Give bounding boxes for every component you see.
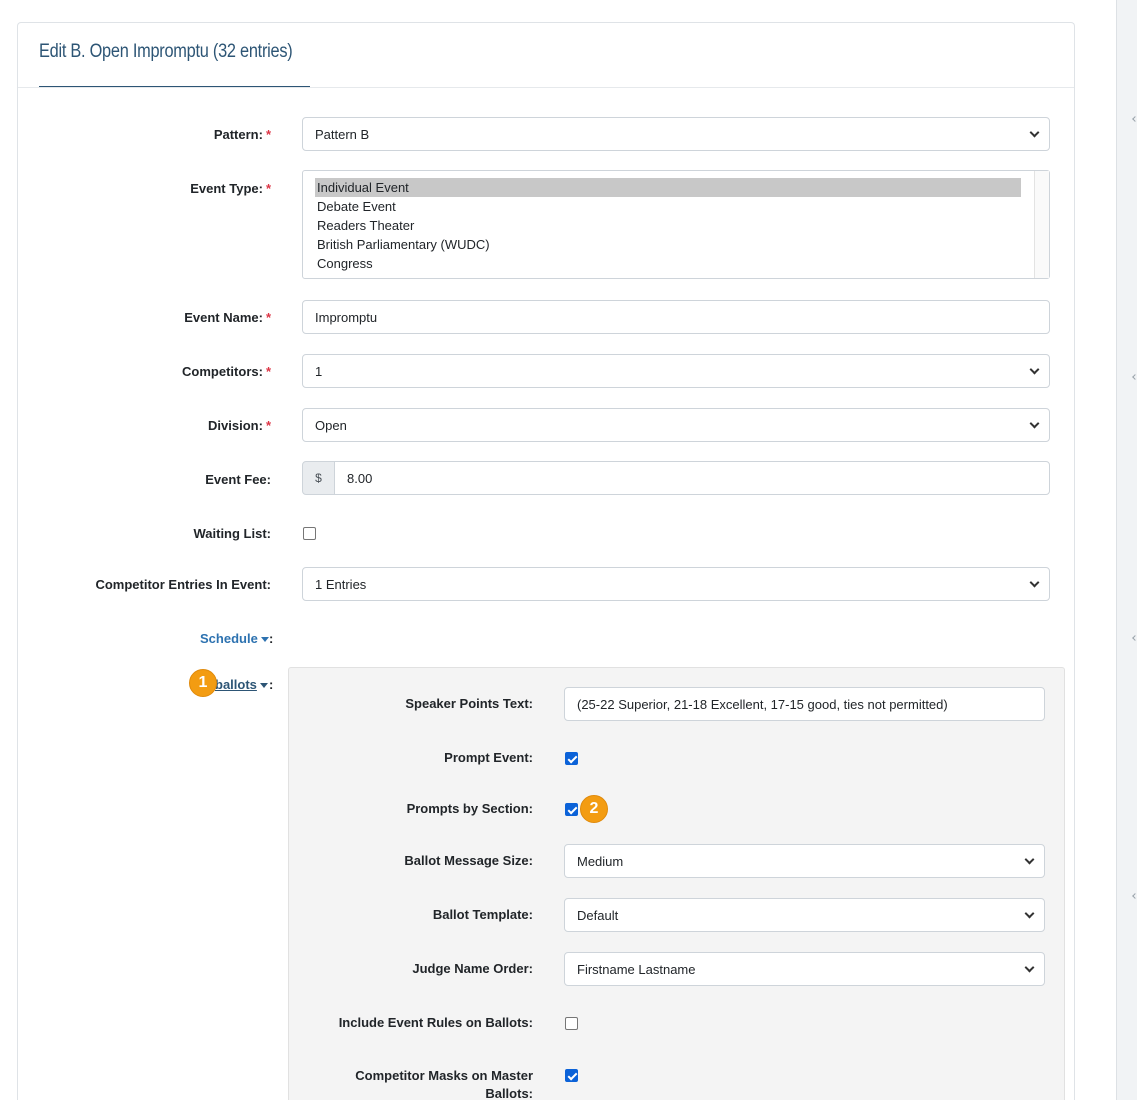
- chevron-left-icon: [1132, 635, 1137, 641]
- judge-name-order-label: Judge Name Order:: [412, 961, 533, 976]
- ballots-panel: Speaker Points Text: (25-22 Superior, 21…: [288, 667, 1065, 1100]
- event-type-option[interactable]: Readers Theater: [315, 216, 1021, 235]
- competitor-masks-label: Competitor Masks on Master Ballots:: [355, 1067, 533, 1100]
- speaker-points-input[interactable]: (25-22 Superior, 21-18 Excellent, 17-15 …: [564, 687, 1045, 721]
- ballot-message-size-value: Medium: [577, 853, 624, 869]
- event-fee-label: Event Fee:: [205, 472, 271, 487]
- chevron-down-icon: [1024, 962, 1035, 973]
- prompts-by-section-label: Prompts by Section:: [406, 801, 533, 816]
- competitor-entries-value: 1 Entries: [315, 576, 367, 592]
- chevron-left-icon: [1132, 374, 1137, 380]
- schedule-toggle-link[interactable]: Schedule: [200, 631, 269, 646]
- caret-down-icon: [259, 683, 268, 689]
- competitor-entries-select[interactable]: 1 Entries: [302, 567, 1050, 601]
- chevron-left-icon: [1132, 893, 1137, 899]
- event-name-label: Event Name: *: [184, 310, 271, 325]
- event-type-option[interactable]: Debate Event: [315, 197, 1021, 216]
- ballot-template-select[interactable]: Default: [564, 898, 1045, 932]
- event-fee-value: 8.00: [347, 470, 373, 486]
- competitor-masks-label-line1: Competitor Masks on Master: [355, 1068, 533, 1083]
- division-select[interactable]: Open: [302, 408, 1050, 442]
- competitors-value: 1: [315, 363, 323, 379]
- schedule-colon: :: [269, 631, 274, 646]
- speaker-points-label: Speaker Points Text:: [405, 696, 533, 711]
- chevron-left-icon: [1132, 116, 1137, 122]
- ballot-message-size-label: Ballot Message Size:: [404, 853, 533, 868]
- division-value: Open: [315, 417, 347, 433]
- listbox-scrollbar[interactable]: [1034, 171, 1049, 278]
- chevron-down-icon: [1029, 577, 1040, 588]
- prompt-event-label: Prompt Event:: [444, 750, 533, 765]
- event-type-option[interactable]: Congress: [315, 254, 1021, 273]
- competitor-masks-checkbox[interactable]: [565, 1069, 578, 1082]
- competitors-label: Competitors: *: [182, 364, 271, 379]
- competitor-entries-label: Competitor Entries In Event:: [95, 577, 271, 592]
- annotation-badge-1: 1: [189, 669, 217, 697]
- judge-name-order-value: Firstname Lastname: [577, 961, 696, 977]
- prompt-event-checkbox[interactable]: [565, 752, 578, 765]
- chevron-down-icon: [1024, 854, 1035, 865]
- competitors-select[interactable]: 1: [302, 354, 1050, 388]
- event-fee-input[interactable]: 8.00: [334, 461, 1050, 495]
- event-name-input[interactable]: Impromptu: [302, 300, 1050, 334]
- pattern-select[interactable]: Pattern B: [302, 117, 1050, 151]
- ballot-template-value: Default: [577, 907, 619, 923]
- event-type-option[interactable]: British Parliamentary (WUDC): [315, 235, 1021, 254]
- caret-down-icon: [260, 637, 269, 643]
- include-event-rules-label: Include Event Rules on Ballots:: [338, 1015, 533, 1030]
- competitor-masks-label-line2: Ballots:: [485, 1086, 533, 1100]
- judge-name-order-select[interactable]: Firstname Lastname: [564, 952, 1045, 986]
- event-type-label: Event Type: *: [190, 181, 271, 196]
- waiting-list-label: Waiting List:: [193, 526, 271, 541]
- include-event-rules-checkbox[interactable]: [565, 1017, 578, 1030]
- header-divider: [18, 87, 1074, 88]
- ballots-toggle-link[interactable]: ballots: [215, 677, 268, 692]
- currency-addon: $: [302, 461, 335, 495]
- annotation-badge-2: 2: [580, 795, 608, 823]
- chevron-down-icon: [1029, 364, 1040, 375]
- chevron-down-icon: [1029, 127, 1040, 138]
- pattern-label: Pattern: *: [213, 127, 271, 142]
- chevron-down-icon: [1029, 418, 1040, 429]
- ballot-message-size-select[interactable]: Medium: [564, 844, 1045, 878]
- speaker-points-value: (25-22 Superior, 21-18 Excellent, 17-15 …: [577, 696, 948, 712]
- event-type-option[interactable]: Individual Event: [315, 178, 1021, 197]
- ballots-colon: :: [269, 677, 274, 692]
- chevron-down-icon: [1024, 908, 1035, 919]
- edit-event-card: Edit B. Open Impromptu (32 entries) Patt…: [17, 22, 1075, 1100]
- right-side-panel: [1116, 0, 1137, 1100]
- event-type-listbox[interactable]: Individual Event Debate Event Readers Th…: [302, 170, 1050, 279]
- prompts-by-section-checkbox[interactable]: [565, 803, 578, 816]
- event-name-value: Impromptu: [315, 309, 378, 325]
- page-title: Edit B. Open Impromptu (32 entries): [39, 41, 293, 62]
- pattern-value: Pattern B: [315, 126, 370, 142]
- waiting-list-checkbox[interactable]: [303, 527, 316, 540]
- division-label: Division: *: [208, 418, 271, 433]
- ballot-template-label: Ballot Template:: [432, 907, 533, 922]
